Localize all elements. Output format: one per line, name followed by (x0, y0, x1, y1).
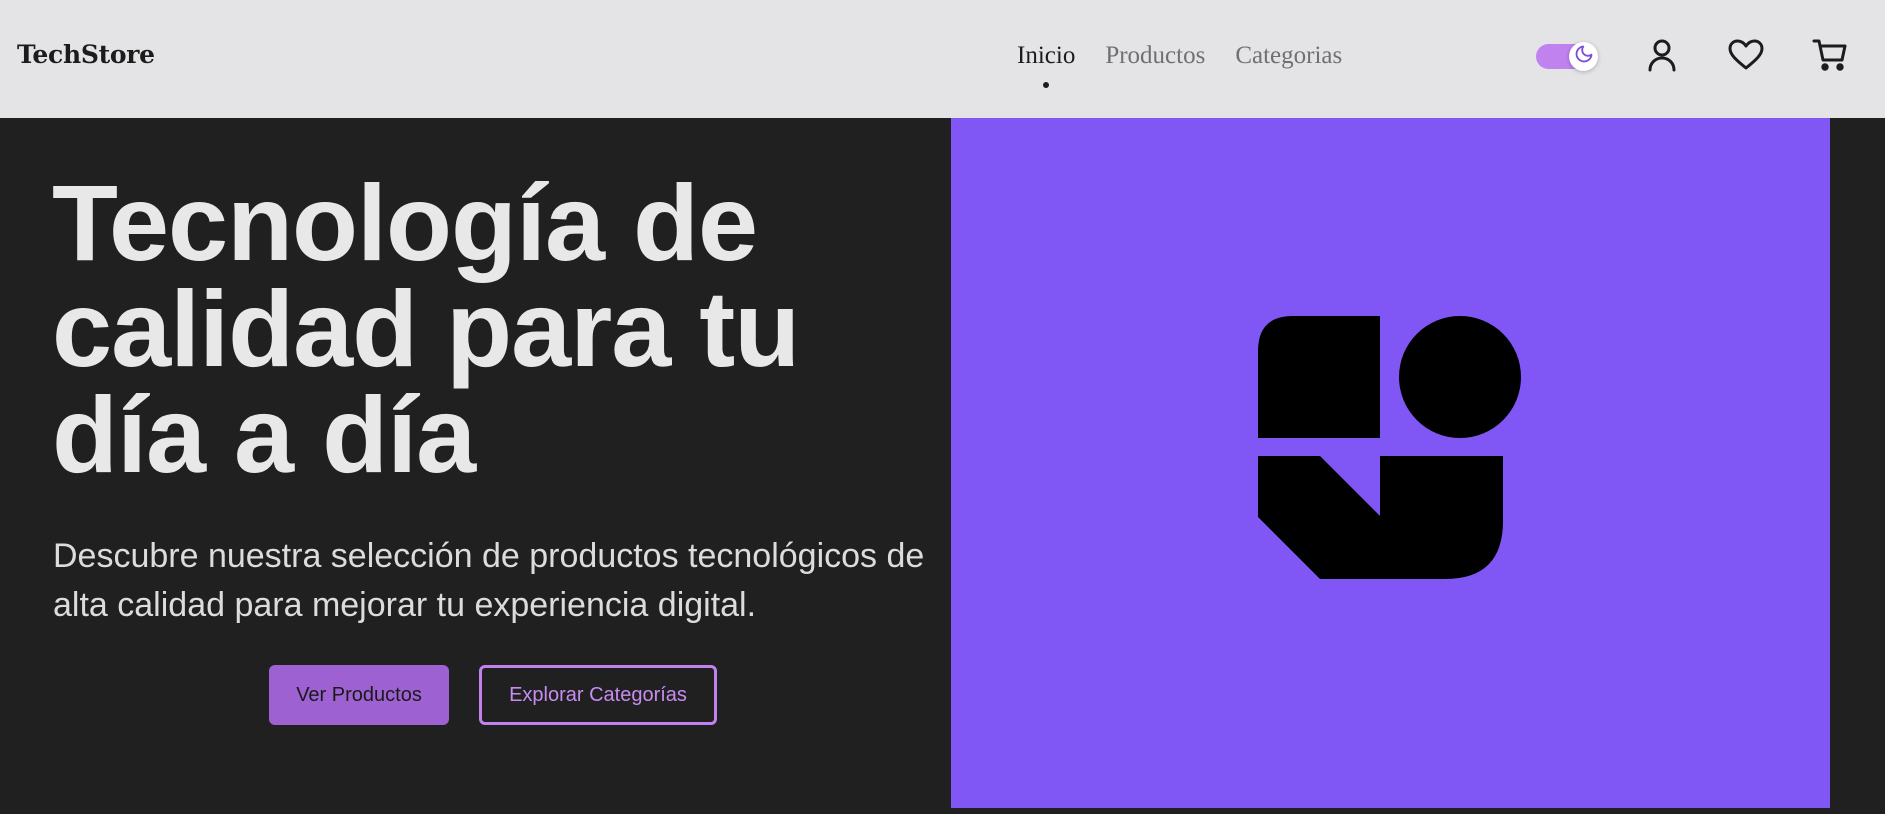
brand-mark-icon (1258, 316, 1524, 587)
hero-section: Tecnología de calidad para tu día a día … (0, 118, 1885, 814)
hero-title: Tecnología de calidad para tu día a día (52, 162, 800, 495)
hero-image (951, 118, 1830, 808)
user-icon (1646, 38, 1678, 77)
site-header: TechStore Inicio Productos Categorias (0, 0, 1885, 118)
main-nav: Inicio Productos Categorias (1017, 42, 1342, 88)
nav-item-productos[interactable]: Productos (1105, 42, 1205, 70)
heart-icon (1728, 39, 1764, 76)
nav-item-categorias[interactable]: Categorias (1235, 42, 1342, 70)
cart-icon (1812, 38, 1848, 77)
account-button[interactable] (1643, 38, 1681, 76)
wishlist-button[interactable] (1727, 38, 1765, 76)
cart-button[interactable] (1811, 38, 1849, 76)
theme-toggle[interactable] (1536, 42, 1598, 71)
toggle-knob (1569, 42, 1598, 71)
moon-icon (1574, 44, 1594, 69)
hero-subtitle: Descubre nuestra selección de productos … (53, 537, 925, 624)
view-products-button[interactable]: Ver Productos (269, 665, 449, 725)
brand-logo[interactable]: TechStore (17, 40, 155, 69)
nav-item-inicio[interactable]: Inicio (1017, 42, 1075, 88)
explore-categories-button[interactable]: Explorar Categorías (479, 665, 717, 725)
